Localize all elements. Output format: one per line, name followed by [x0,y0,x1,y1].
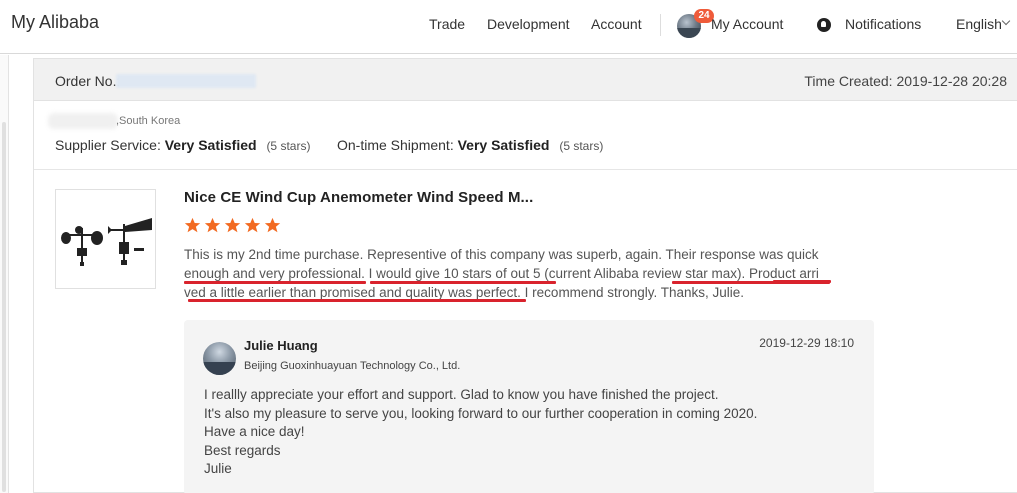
star-icon [224,217,241,233]
anemometer-image [61,218,152,266]
nav-account[interactable]: Account [591,16,642,32]
reply-line: Have a nice day! [204,424,305,439]
review-text: This is my 2nd time purchase. Representi… [184,245,849,302]
supplier-service-rating: Supplier Service: Very Satisfied (5 star… [55,137,310,153]
reply-body: I reallly appreciate your effort and sup… [204,386,854,479]
left-rail [0,55,9,493]
product-thumbnail[interactable] [55,189,156,289]
order-card: Order No.: Time Created: 2019-12-28 20:2… [33,58,1017,493]
star-icon [204,217,221,233]
chevron-down-icon [1001,16,1011,26]
star-icon [184,217,201,233]
supplier-service-stars: (5 stars) [266,139,311,153]
avatar [203,342,236,375]
buyer-name-redacted [48,113,118,129]
nav-trade[interactable]: Trade [429,16,465,32]
reply-company[interactable]: Beijing Guoxinhuayuan Technology Co., Lt… [244,360,460,372]
supplier-reply: Julie Huang Beijing Guoxinhuayuan Techno… [184,320,874,493]
top-navigation: My Alibaba Trade Development Account 24 … [0,0,1017,54]
brand-title[interactable]: My Alibaba [11,12,99,33]
highlight-underline [188,299,526,302]
nav-divider [660,14,661,36]
reply-time: 2019-12-29 18:10 [759,336,854,350]
reply-line: It's also my pleasure to serve you, look… [204,405,758,421]
scrollbar[interactable] [2,122,6,492]
shipment-rating: On-time Shipment: Very Satisfied (5 star… [337,137,603,153]
reply-line: Julie [204,461,232,476]
section-divider [34,169,1017,170]
reply-author-name: Julie Huang [244,338,318,353]
shipment-label: On-time Shipment: [337,137,454,153]
language-selector[interactable]: English [956,16,1002,32]
highlight-underline [773,280,831,283]
supplier-service-label: Supplier Service: [55,137,161,153]
nav-development[interactable]: Development [487,16,570,32]
order-number-redacted [116,74,256,88]
time-created: Time Created: 2019-12-28 20:28 [804,73,1007,89]
notifications-link[interactable]: Notifications [845,16,921,32]
star-rating [184,217,284,239]
product-title[interactable]: Nice CE Wind Cup Anemometer Wind Speed M… [184,189,533,206]
reply-line: Best regards [204,442,281,458]
my-account-link[interactable]: My Account [711,16,783,32]
shipment-value: Very Satisfied [457,137,550,153]
order-header: Order No.: Time Created: 2019-12-28 20:2… [34,59,1017,101]
supplier-service-value: Very Satisfied [164,137,257,153]
buyer-country: ,South Korea [116,115,181,127]
review-line: This is my 2nd time purchase. Representi… [184,247,819,262]
highlight-underline [184,281,366,284]
highlight-underline [370,281,556,284]
reply-line: I reallly appreciate your effort and sup… [204,387,719,402]
order-number-label: Order No.: [55,73,121,89]
star-icon [264,217,281,233]
star-icon [244,217,261,233]
bell-icon[interactable] [817,18,831,32]
shipment-stars: (5 stars) [559,139,604,153]
